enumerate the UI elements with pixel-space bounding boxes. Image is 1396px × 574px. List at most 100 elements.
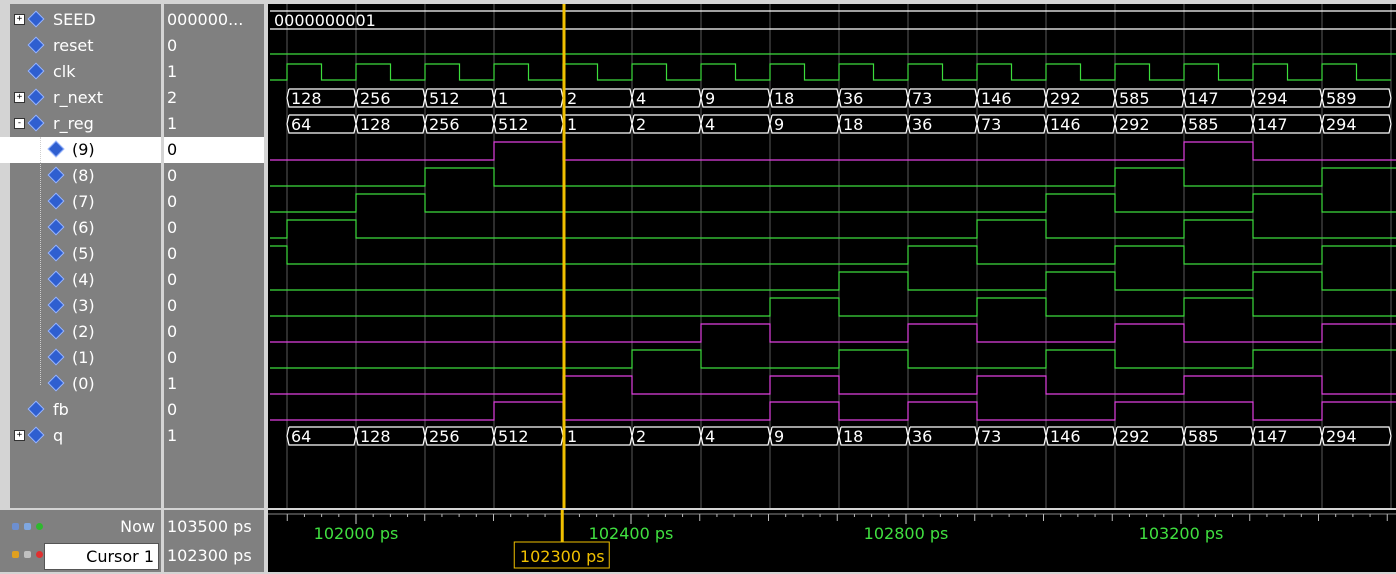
signal-row-16[interactable]: + q — [10, 423, 161, 449]
signal-row-9[interactable]: (5) — [10, 241, 161, 267]
wrench-icon[interactable] — [24, 551, 31, 558]
waveform-canvas[interactable]: 0000000001128 256 512 1 2 4 9 18 36 73 146 292 585 14… — [268, 4, 1396, 508]
signal-name: (3) — [72, 296, 95, 315]
bus-label: 9 — [774, 427, 784, 446]
signal-row-13[interactable]: (1) — [10, 345, 161, 371]
timeline-pane[interactable]: 102000 ps 102400 ps 102800 ps 103200 ps 1023… — [268, 510, 1396, 572]
waveform-pane[interactable]: 0000000001 128 256 512 1 2 4 9 18 36 73 146 292 585 14… — [268, 4, 1396, 508]
bus-label: 9 — [705, 89, 715, 108]
signal-row-14[interactable]: (0) — [10, 371, 161, 397]
signal-value: 1 — [167, 62, 178, 81]
bus-label: 589 — [1326, 89, 1357, 108]
signal-row-12[interactable]: (2) — [10, 319, 161, 345]
value-cell-0: 000000... — [164, 7, 264, 33]
signal-row-11[interactable]: (3) — [10, 293, 161, 319]
signal-row-8[interactable]: (6) — [10, 215, 161, 241]
bus-label: 2 — [636, 427, 646, 446]
timeline-label: 102800 ps — [864, 524, 949, 543]
cursor-row: Cursor 1 — [0, 541, 161, 570]
signal-row-10[interactable]: (4) — [10, 267, 161, 293]
value-cell-6: 0 — [164, 163, 264, 189]
cursor-name-box[interactable]: Cursor 1 — [44, 543, 159, 570]
signal-row-3[interactable]: + r_next — [10, 85, 161, 111]
value-cell-15: 0 — [164, 397, 264, 423]
bus-label: 18 — [774, 89, 794, 108]
bit-wave-(9) — [270, 141, 1396, 161]
cursor-flag-label: 102300 ps — [520, 547, 605, 566]
signal-value: 2 — [167, 88, 178, 107]
bit-diamond-icon — [47, 218, 65, 236]
signal-name: q — [53, 426, 64, 445]
clock-wave — [270, 63, 1391, 81]
expand-toggle-icon[interactable]: + — [14, 430, 25, 441]
bus-label: 73 — [912, 89, 932, 108]
zoom-icon[interactable] — [12, 523, 19, 530]
bit-wave-fb — [270, 401, 1396, 421]
signal-name: reset — [53, 36, 94, 55]
value-cell-8: 0 — [164, 215, 264, 241]
bus-label: 2 — [636, 115, 646, 134]
cursor-value-cell: 102300 ps — [164, 543, 264, 569]
bus-label: 146 — [1050, 115, 1081, 134]
signal-name: SEED — [53, 10, 96, 29]
bus-label: 294 — [1257, 89, 1288, 108]
signal-name: (2) — [72, 322, 95, 341]
now-label: Now — [120, 517, 155, 536]
signal-name: (8) — [72, 166, 95, 185]
bit-diamond-icon — [47, 322, 65, 340]
signal-row-15[interactable]: fb — [10, 397, 161, 423]
bus-label: 128 — [360, 115, 391, 134]
value-cell-12: 0 — [164, 319, 264, 345]
expand-toggle-icon[interactable]: + — [14, 14, 25, 25]
timeline-canvas[interactable]: 102000 ps 102400 ps 102800 ps 103200 ps 1023… — [268, 510, 1396, 572]
bit-wave-(8) — [270, 167, 1396, 187]
timeline-label: 103200 ps — [1139, 524, 1224, 543]
now-value: 103500 ps — [167, 517, 252, 536]
bus-label: 0000000001 — [274, 11, 376, 30]
signal-name: fb — [53, 400, 69, 419]
bus-label: 147 — [1257, 427, 1288, 446]
signal-row-6[interactable]: (8) — [10, 163, 161, 189]
signal-name: (9) — [72, 140, 95, 159]
bus-label: 147 — [1257, 115, 1288, 134]
signal-row-7[interactable]: (7) — [10, 189, 161, 215]
footer-value-pane: 103500 ps 102300 ps — [164, 510, 264, 572]
bus-label: 1 — [498, 89, 508, 108]
lock-icon[interactable] — [12, 551, 19, 558]
input-diamond-icon — [27, 62, 45, 80]
signal-name-pane[interactable]: + SEED reset clk + r_next - r_reg (9) (8) (7) (6) (5… — [0, 4, 161, 508]
signal-diamond-icon — [27, 400, 45, 418]
bit-wave-(5) — [270, 245, 1396, 265]
signal-row-0[interactable]: + SEED — [10, 7, 161, 33]
bus-diamond-icon — [27, 10, 45, 28]
bus-label: 36 — [912, 115, 932, 134]
bus-label: 147 — [1188, 89, 1219, 108]
output-diamond-icon — [27, 426, 45, 444]
signal-row-5[interactable]: (9) — [0, 137, 161, 163]
signal-row-2[interactable]: clk — [10, 59, 161, 85]
signal-name: r_reg — [53, 114, 94, 133]
monitor-icon[interactable] — [24, 523, 31, 530]
signal-value: 1 — [167, 374, 178, 393]
bus-label: 585 — [1188, 115, 1219, 134]
signal-row-1[interactable]: reset — [10, 33, 161, 59]
bus-label: 4 — [705, 427, 715, 446]
signal-value: 0 — [167, 400, 178, 419]
add-icon[interactable] — [36, 523, 43, 530]
remove-icon[interactable] — [36, 551, 43, 558]
signal-value: 0 — [167, 322, 178, 341]
bit-wave-(4) — [270, 271, 1396, 291]
bus-label: 256 — [429, 427, 460, 446]
value-cell-13: 0 — [164, 345, 264, 371]
signal-value: 0 — [167, 140, 178, 159]
bus-label: 585 — [1119, 89, 1150, 108]
signal-value-pane[interactable]: 000000... 0 1 2 1 0 0 0 0 0 0 0 0 0 1 0 1 — [164, 4, 264, 508]
bus-label: 1 — [567, 427, 577, 446]
bus-label: 9 — [774, 115, 784, 134]
signal-row-4[interactable]: - r_reg — [10, 111, 161, 137]
expand-toggle-icon[interactable]: - — [14, 118, 25, 129]
bus-label: 18 — [843, 115, 863, 134]
expand-toggle-icon[interactable]: + — [14, 92, 25, 103]
signal-value: 0 — [167, 270, 178, 289]
bus-diamond-icon — [27, 114, 45, 132]
